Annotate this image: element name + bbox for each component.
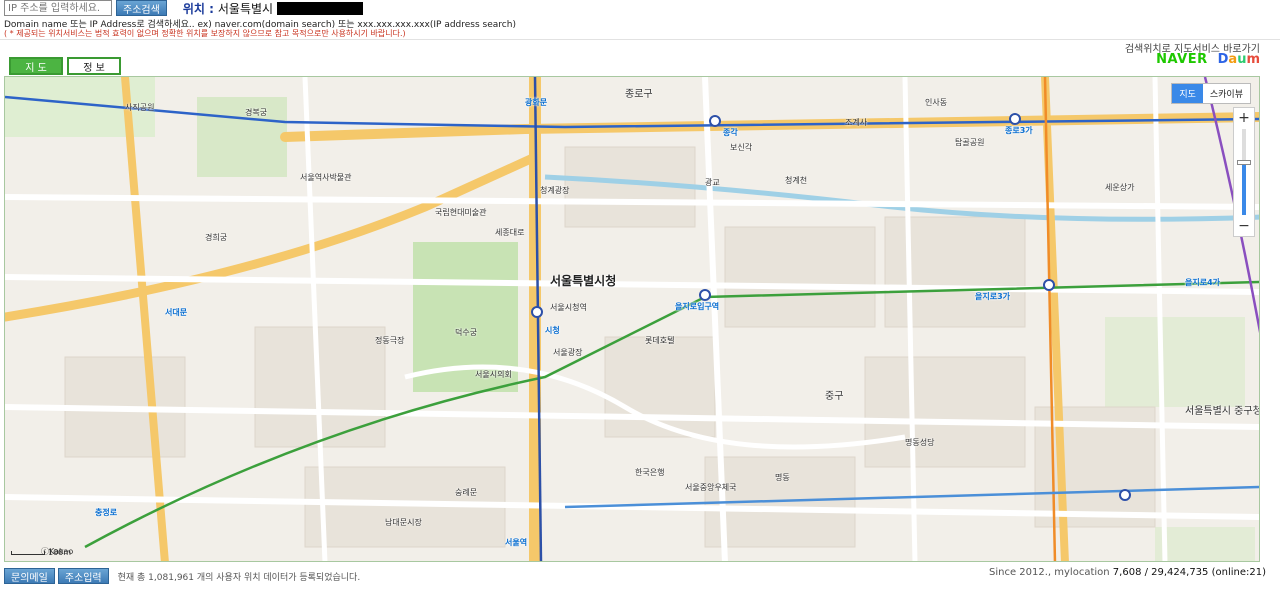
zoom-control: + −: [1233, 107, 1255, 237]
zoom-slider[interactable]: [1237, 129, 1251, 215]
park-area: [197, 97, 287, 177]
tab-info[interactable]: 정 보: [67, 57, 121, 75]
park-area: [1105, 317, 1245, 407]
map-view[interactable]: 서울특별시청 시청 광화문 종각 을지로입구역 을지로3가 종로3가 서대문 충…: [4, 76, 1260, 562]
ip-search-input[interactable]: [4, 0, 112, 16]
naver-map-link[interactable]: NAVER: [1156, 52, 1208, 67]
map-type-skyview-button[interactable]: 스카이뷰: [1203, 84, 1250, 103]
zoom-level-fill: [1242, 161, 1246, 215]
address-search-button[interactable]: 주소검색: [116, 0, 167, 16]
tab-map[interactable]: 지 도: [9, 57, 63, 75]
map-canvas: [5, 77, 1259, 561]
registered-data-count: 현재 총 1,081,961 개의 사용자 위치 데이터가 등록되었습니다.: [117, 572, 361, 583]
contact-email-button[interactable]: 문의메일: [4, 568, 55, 584]
park-area: [1155, 527, 1255, 561]
visitor-stats: 7,608 / 29,424,735 (online:21): [1112, 567, 1266, 578]
divider: [0, 39, 1280, 40]
location-value: 서울특별시: [217, 1, 274, 16]
address-input-button[interactable]: 주소입력: [57, 568, 109, 584]
location-label: 위치 :: [182, 1, 214, 16]
footer-bar: 문의메일 주소입력 현재 총 1,081,961 개의 사용자 위치 데이터가 …: [4, 568, 360, 584]
daum-map-link[interactable]: Daum: [1218, 52, 1260, 67]
map-service-logos: NAVER Daum: [1156, 52, 1260, 67]
map-type-roadmap-button[interactable]: 지도: [1172, 84, 1203, 103]
zoom-out-button[interactable]: −: [1238, 219, 1250, 233]
map-type-switch: 지도 스카이뷰: [1171, 83, 1251, 104]
map-copyright: ⓒKakao: [41, 547, 74, 556]
disclaimer-text: ( * 제공되는 위치서비스는 법적 효력이 없으며 정확한 위치를 보장하지 …: [4, 29, 406, 38]
since-text: Since 2012., mylocation: [988, 567, 1110, 578]
search-bar: 주소검색 위치 : 서울특별시: [4, 0, 364, 16]
zoom-in-button[interactable]: +: [1238, 111, 1250, 125]
view-tabs: 지 도 정 보: [9, 57, 121, 75]
site-stats: Since 2012., mylocation 7,608 / 29,424,7…: [989, 567, 1266, 578]
redacted-location-detail: [277, 1, 364, 15]
zoom-handle[interactable]: [1237, 159, 1251, 165]
